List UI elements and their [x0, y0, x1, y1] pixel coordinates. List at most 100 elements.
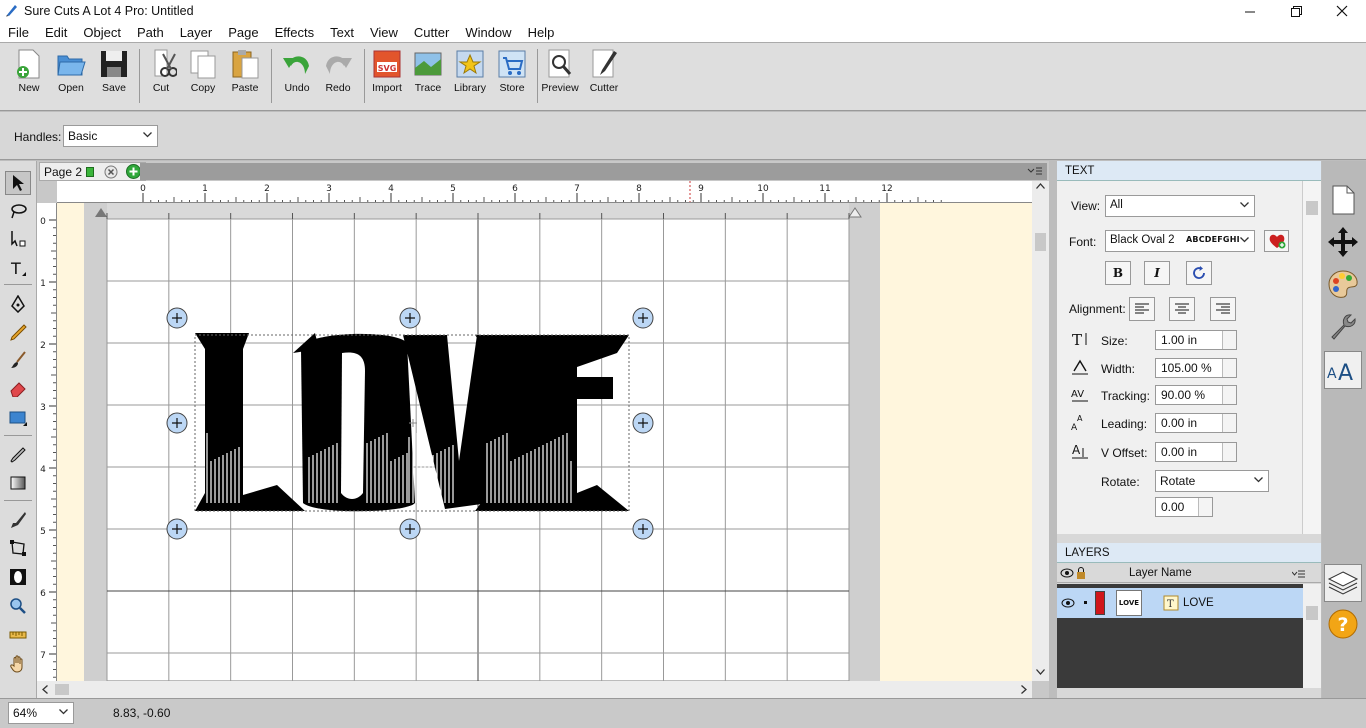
tab-menu-icon[interactable] [1027, 166, 1043, 177]
scroll-left-icon[interactable] [42, 685, 48, 694]
italic-button[interactable]: I [1144, 261, 1170, 285]
layer-color-swatch[interactable] [1095, 591, 1105, 615]
cut-button[interactable]: Cut [140, 48, 182, 94]
menu-file[interactable]: File [8, 25, 29, 40]
canvas[interactable] [57, 203, 1032, 681]
align-center-button[interactable] [1169, 297, 1195, 321]
zoom-select[interactable]: 64% [8, 702, 74, 724]
select-tool[interactable] [5, 171, 31, 195]
visibility-eye-icon[interactable] [1060, 568, 1074, 578]
paste-button[interactable]: Paste [224, 48, 266, 94]
menu-cutter[interactable]: Cutter [414, 25, 449, 40]
v-offset-stepper[interactable] [1222, 443, 1236, 461]
add-page-icon[interactable] [126, 164, 142, 179]
lock-icon[interactable] [1076, 567, 1086, 580]
scroll-right-icon[interactable] [1021, 685, 1027, 694]
gradient-tool[interactable] [5, 471, 31, 495]
menu-view[interactable]: View [370, 25, 398, 40]
copy-button[interactable]: Copy [182, 48, 224, 94]
transform-tool[interactable] [5, 536, 31, 560]
close-page-icon[interactable] [104, 165, 118, 179]
layers-scrollbar[interactable] [1303, 584, 1321, 688]
horizontal-scroll-thumb[interactable] [55, 684, 69, 695]
brush-tool[interactable] [5, 348, 31, 372]
layers-menu-icon[interactable] [1292, 569, 1306, 579]
knife-tool[interactable] [5, 508, 31, 532]
leading-stepper[interactable] [1222, 414, 1236, 432]
scroll-down-icon[interactable] [1036, 669, 1045, 675]
align-right-button[interactable] [1210, 297, 1236, 321]
pan-tool[interactable] [5, 652, 31, 676]
favorite-font-button[interactable] [1264, 230, 1289, 252]
document-panel-button[interactable] [1324, 181, 1362, 219]
tab-page-2[interactable]: Page 2 [39, 162, 147, 181]
pen-tool[interactable] [5, 292, 31, 316]
menu-help[interactable]: Help [528, 25, 555, 40]
shape-tool[interactable] [5, 406, 31, 430]
open-button[interactable]: Open [50, 48, 92, 94]
vertical-scroll-thumb[interactable] [1035, 233, 1046, 251]
rotate-amount-stepper[interactable] [1198, 498, 1212, 516]
eyedropper-tool[interactable] [5, 443, 31, 467]
effects-panel-button[interactable] [1324, 307, 1362, 345]
rotate-amount-input[interactable]: 0.00 [1155, 497, 1213, 517]
rotate-select[interactable]: Rotate [1155, 470, 1269, 492]
align-left-button[interactable] [1129, 297, 1155, 321]
text-panel-scrollbar[interactable] [1303, 181, 1321, 534]
view-select[interactable]: All [1105, 195, 1255, 217]
v-offset-input[interactable]: 0.00 in [1155, 442, 1237, 462]
text-panel-scroll-thumb[interactable] [1306, 201, 1318, 215]
tracking-stepper[interactable] [1222, 386, 1236, 404]
layer-lock-dot[interactable] [1084, 601, 1087, 604]
close-button[interactable] [1319, 0, 1365, 22]
preview-button[interactable]: Preview [539, 48, 581, 94]
menu-object[interactable]: Object [83, 25, 121, 40]
help-button[interactable]: ? [1324, 605, 1362, 643]
menu-layer[interactable]: Layer [180, 25, 213, 40]
weld-tool[interactable] [5, 565, 31, 589]
layers-scroll-thumb[interactable] [1306, 606, 1318, 620]
maximize-button[interactable] [1273, 0, 1319, 22]
width-input[interactable]: 105.00 % [1155, 358, 1237, 378]
menu-path[interactable]: Path [137, 25, 164, 40]
transform-panel-button[interactable] [1324, 223, 1362, 261]
measure-tool[interactable] [5, 623, 31, 647]
layers-panel-button[interactable] [1324, 564, 1362, 602]
cutter-button[interactable]: Cutter [583, 48, 625, 94]
menu-page[interactable]: Page [228, 25, 258, 40]
save-button[interactable]: Save [93, 48, 135, 94]
undo-button[interactable]: Undo [276, 48, 318, 94]
color-panel-button[interactable] [1324, 265, 1362, 303]
leading-input[interactable]: 0.00 in [1155, 413, 1237, 433]
size-input[interactable]: 1.00 in [1155, 330, 1237, 350]
bold-button[interactable]: B [1105, 261, 1131, 285]
layer-visibility-icon[interactable] [1061, 598, 1075, 608]
size-stepper[interactable] [1222, 331, 1236, 349]
menu-edit[interactable]: Edit [45, 25, 67, 40]
trace-button[interactable]: Trace [407, 48, 449, 94]
width-stepper[interactable] [1222, 359, 1236, 377]
library-button[interactable]: Library [449, 48, 491, 94]
text-on-path-button[interactable] [1186, 261, 1212, 285]
import-button[interactable]: SVG Import [366, 48, 408, 94]
redo-button[interactable]: Redo [317, 48, 359, 94]
horizontal-scrollbar[interactable] [37, 681, 1032, 698]
minimize-button[interactable] [1227, 0, 1273, 22]
pencil-tool[interactable] [5, 320, 31, 344]
vertical-scrollbar[interactable] [1032, 181, 1049, 681]
font-select[interactable]: Black Oval 2 ABCDEFGHI [1105, 230, 1255, 252]
store-button[interactable]: Store [491, 48, 533, 94]
node-edit-tool[interactable] [5, 227, 31, 251]
menu-effects[interactable]: Effects [275, 25, 315, 40]
eraser-tool[interactable] [5, 376, 31, 400]
handles-select[interactable]: Basic [63, 125, 158, 147]
new-button[interactable]: New [8, 48, 50, 94]
text-tool[interactable]: T [5, 256, 31, 280]
zoom-tool[interactable] [5, 594, 31, 618]
tracking-input[interactable]: 90.00 % [1155, 385, 1237, 405]
menu-window[interactable]: Window [465, 25, 511, 40]
menu-text[interactable]: Text [330, 25, 354, 40]
scroll-up-icon[interactable] [1036, 183, 1045, 189]
layer-row[interactable]: LOVE T LOVE [1057, 588, 1303, 618]
text-panel-button[interactable]: AA [1324, 351, 1362, 389]
